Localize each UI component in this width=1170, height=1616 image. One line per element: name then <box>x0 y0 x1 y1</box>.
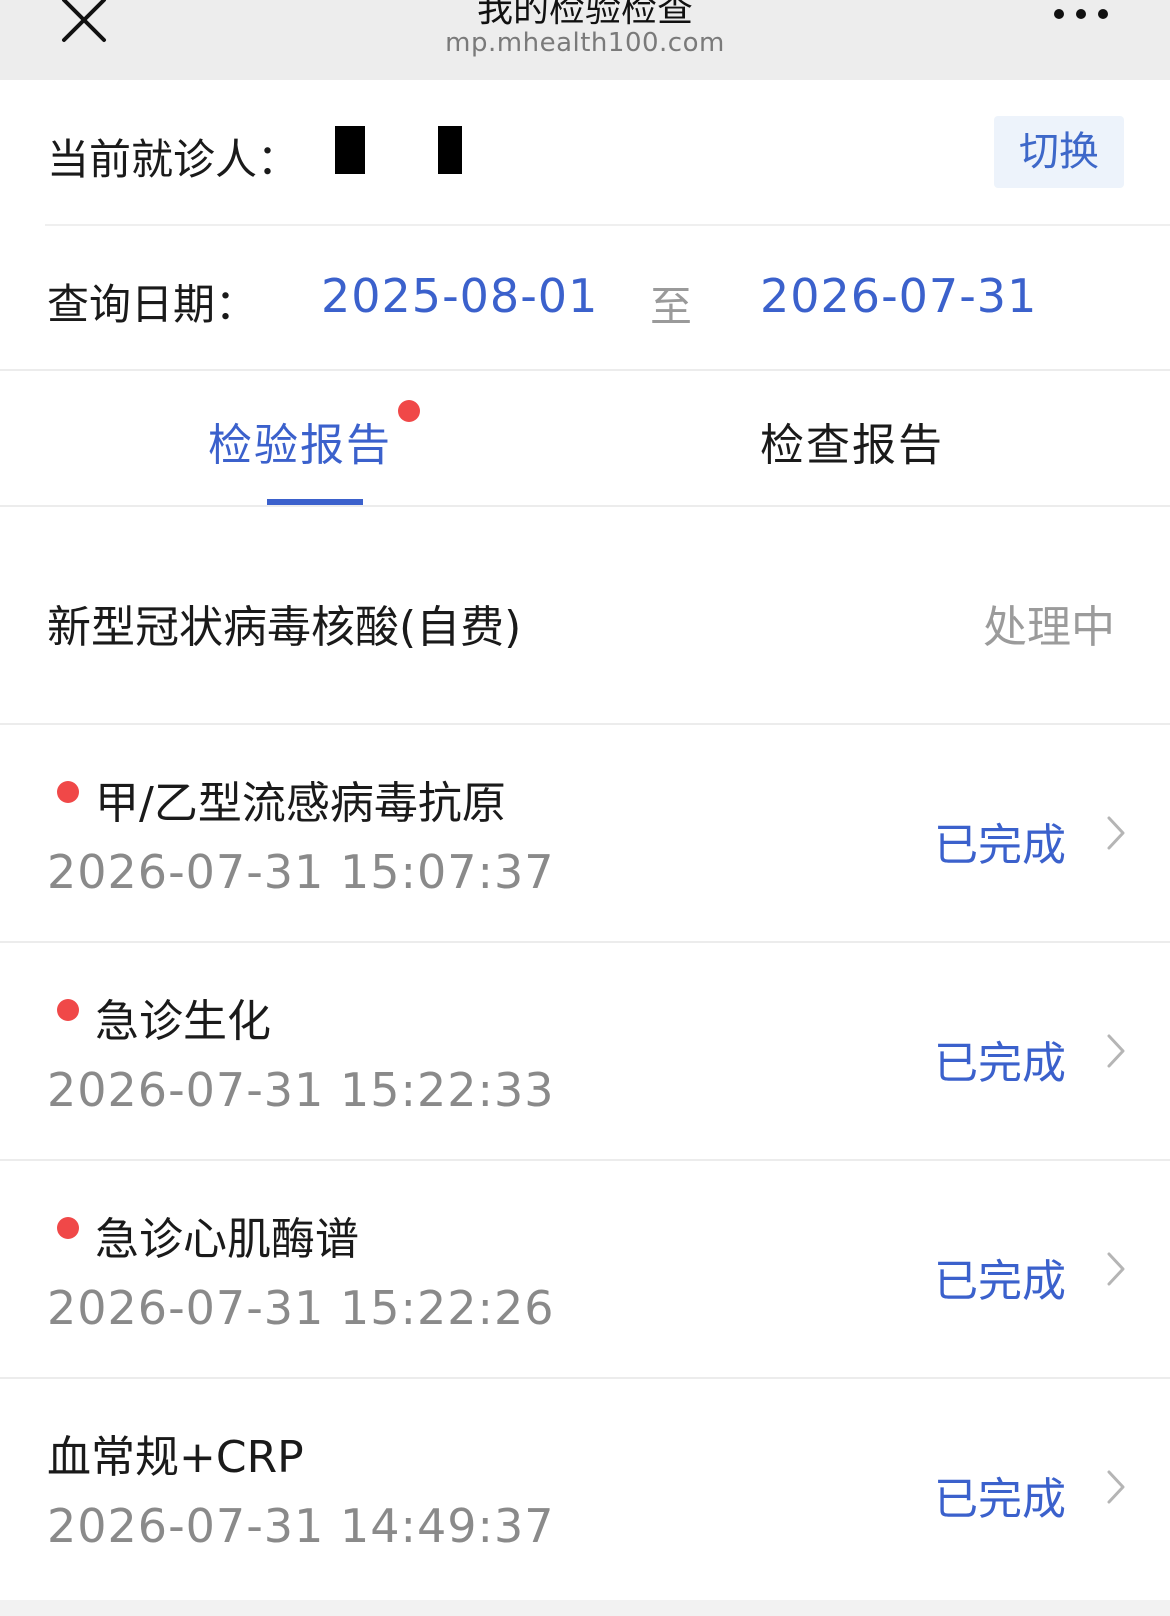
report-item[interactable]: 新型冠状病毒核酸(自费) 处理中 <box>0 507 1170 723</box>
tab-lab-reports[interactable]: 检验报告 <box>208 409 392 473</box>
end-date-picker[interactable]: 2026-07-31 <box>760 269 1037 323</box>
report-status: 处理中 <box>983 602 1115 653</box>
report-name: 急诊生化 <box>95 996 271 1047</box>
date-range-row: 查询日期： 2025-08-01 至 2026-07-31 <box>0 226 1170 369</box>
date-separator: 至 <box>650 282 693 331</box>
tab-unread-badge <box>398 400 420 422</box>
date-range-label: 查询日期： <box>47 280 258 329</box>
report-status: 已完成 <box>934 820 1066 871</box>
report-name: 急诊心肌酶谱 <box>95 1214 359 1265</box>
start-date-picker[interactable]: 2025-08-01 <box>321 269 598 323</box>
more-dots-icon[interactable] <box>1054 6 1110 22</box>
top-bar: 我的检验检查 mp.mhealth100.com <box>0 0 1170 80</box>
page-domain: mp.mhealth100.com <box>445 28 725 58</box>
report-name: 血常规+CRP <box>47 1432 304 1483</box>
chevron-right-icon <box>1107 1470 1125 1504</box>
report-item[interactable]: 急诊生化 2026-07-31 15:22:33 已完成 <box>0 943 1170 1159</box>
tab-exam-reports[interactable]: 检查报告 <box>760 409 944 473</box>
patient-row: 当前就诊人： 切换 <box>0 80 1170 224</box>
report-time: 2026-07-31 15:22:26 <box>47 1281 555 1335</box>
bottom-strip <box>0 1600 1170 1616</box>
unread-dot <box>57 781 79 803</box>
report-item[interactable]: 甲/乙型流感病毒抗原 2026-07-31 15:07:37 已完成 <box>0 725 1170 941</box>
report-status: 已完成 <box>934 1038 1066 1089</box>
report-time: 2026-07-31 15:22:33 <box>47 1063 555 1117</box>
switch-patient-button[interactable]: 切换 <box>994 116 1124 188</box>
report-status: 已完成 <box>934 1474 1066 1525</box>
chevron-right-icon <box>1107 1034 1125 1068</box>
unread-dot <box>57 999 79 1021</box>
report-tabs: 检验报告 检查报告 <box>0 371 1170 505</box>
report-name: 甲/乙型流感病毒抗原 <box>95 778 506 829</box>
report-item[interactable]: 急诊心肌酶谱 2026-07-31 15:22:26 已完成 <box>0 1161 1170 1377</box>
report-item[interactable]: 血常规+CRP 2026-07-31 14:49:37 已完成 <box>0 1379 1170 1600</box>
patient-label: 当前就诊人： <box>47 135 300 184</box>
report-time: 2026-07-31 15:07:37 <box>47 845 555 899</box>
report-name: 新型冠状病毒核酸(自费) <box>47 602 522 653</box>
chevron-right-icon <box>1107 1252 1125 1286</box>
report-status: 已完成 <box>934 1256 1066 1307</box>
redacted-patient-name <box>335 126 365 174</box>
unread-dot <box>57 1217 79 1239</box>
report-time: 2026-07-31 14:49:37 <box>47 1499 555 1553</box>
redacted-patient-name <box>438 126 462 174</box>
chevron-right-icon <box>1107 816 1125 850</box>
